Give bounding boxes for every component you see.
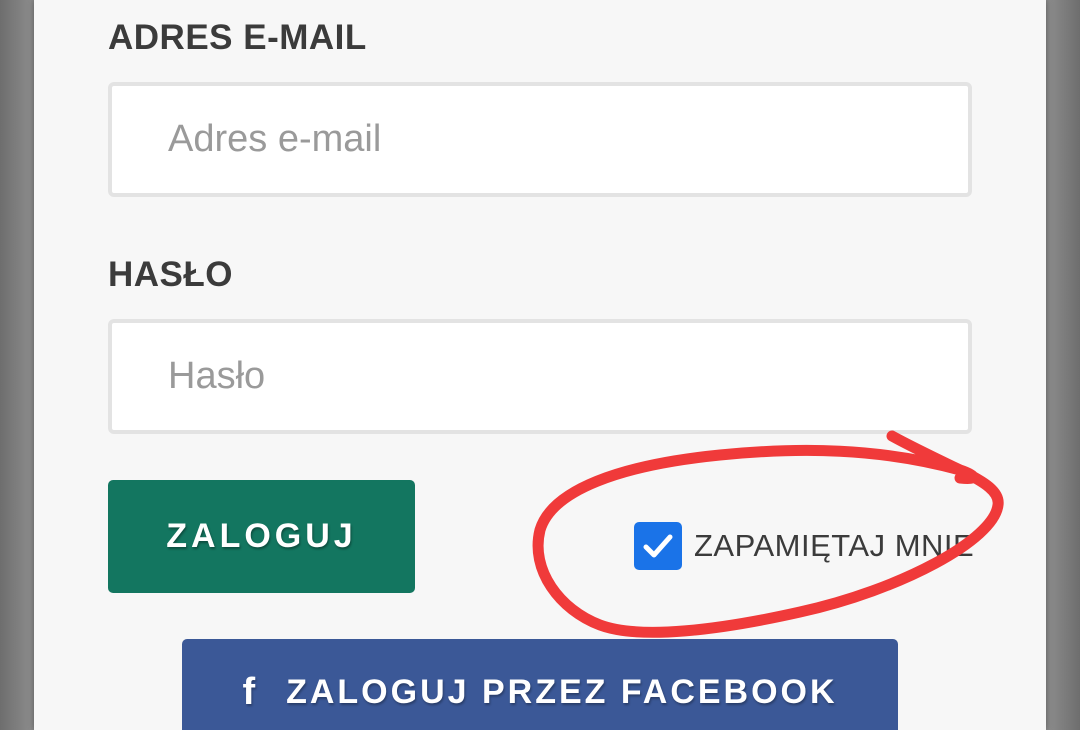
login-button[interactable]: ZALOGUJ <box>108 480 415 593</box>
screen: ADRES E-MAIL HASŁO ZALOGUJ ZAPAMIĘTAJ MN… <box>0 0 1080 730</box>
check-icon <box>643 534 673 558</box>
password-input[interactable] <box>168 355 928 398</box>
remember-me-checkbox[interactable] <box>634 522 682 570</box>
facebook-login-label: ZALOGUJ PRZEZ FACEBOOK <box>286 673 838 711</box>
facebook-icon: f <box>242 671 259 713</box>
password-label: HASŁO <box>108 255 233 294</box>
email-label: ADRES E-MAIL <box>108 18 367 57</box>
facebook-login-button[interactable]: f ZALOGUJ PRZEZ FACEBOOK <box>182 639 898 730</box>
email-field-wrapper <box>108 82 972 197</box>
remember-me-label: ZAPAMIĘTAJ MNIE <box>694 528 975 563</box>
password-field-wrapper <box>108 319 972 434</box>
remember-me[interactable]: ZAPAMIĘTAJ MNIE <box>634 522 974 570</box>
email-input[interactable] <box>168 118 928 161</box>
